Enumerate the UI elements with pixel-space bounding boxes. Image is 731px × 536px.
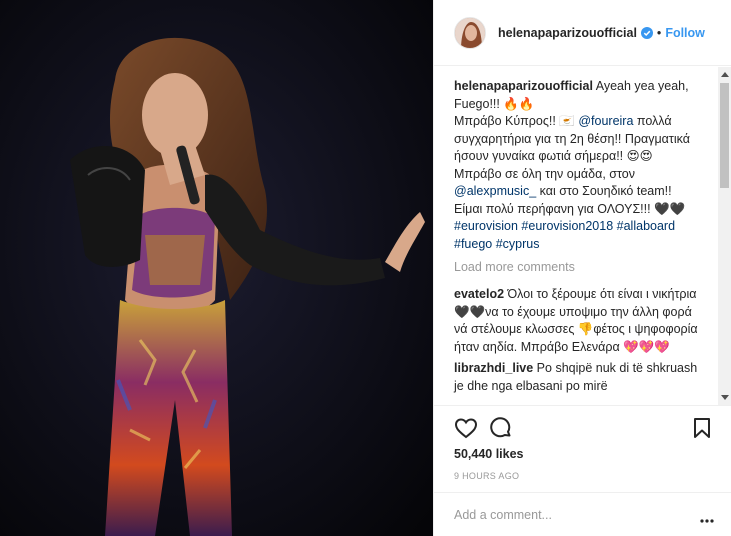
scroll-down-arrow-icon[interactable] [721,395,729,400]
follow-button[interactable]: Follow [665,26,705,40]
comments-scrollbar[interactable] [718,67,731,405]
post-side-panel: helenapaparizouofficial • Follow helenap… [433,0,731,536]
comment-item: librazhdi_live Po shqipë nuk di të shkru… [454,360,702,395]
performer-photo [0,0,433,536]
hashtag[interactable]: #eurovision2018 [521,219,613,233]
scrollbar-thumb[interactable] [720,83,729,188]
likes-count[interactable]: 50,440 likes [454,447,524,461]
verified-badge-icon [640,26,653,39]
mention-foureira[interactable]: @foureira [578,114,633,128]
scroll-up-arrow-icon[interactable] [721,72,729,77]
comment-username[interactable]: evatelo2 [454,287,504,301]
bookmark-icon[interactable] [690,416,714,440]
header-separator: • [656,25,662,40]
post-caption: helenapaparizouofficial Ayeah yea yeah, … [454,78,702,253]
caption-line-2a: Μπράβο Κύπρος!! 🇨🇾 [454,114,579,128]
comment-icon[interactable] [489,416,513,440]
mention-alexpmusic[interactable]: @alexpmusic_ [454,184,536,198]
post-header: helenapaparizouofficial • Follow [434,0,731,66]
post-actions-bar [434,405,731,449]
add-comment-input[interactable] [454,507,684,522]
post-timestamp[interactable]: 9 HOURS AGO [454,471,519,481]
add-comment-bar [434,492,731,536]
hashtag[interactable]: #fuego [454,237,492,251]
heart-icon[interactable] [454,416,478,440]
comment-item: evatelo2 Όλοι το ξέρουμε ότι είναι ι νικ… [454,286,702,356]
comment-username[interactable]: librazhdi_live [454,361,533,375]
instagram-post: helenapaparizouofficial • Follow helenap… [0,0,731,536]
hashtag[interactable]: #allaboard [617,219,675,233]
caption-line-3a: Μπράβο σε όλη την ομάδα, στον [454,166,635,181]
header-username[interactable]: helenapaparizouofficial [498,26,637,40]
caption-username[interactable]: helenapaparizouofficial [454,79,593,93]
hashtag[interactable]: #eurovision [454,219,518,233]
avatar[interactable] [454,16,486,49]
load-more-comments[interactable]: Load more comments [454,259,702,276]
hashtag[interactable]: #cyprus [496,237,540,251]
post-photo[interactable] [0,0,433,536]
more-options-icon[interactable] [700,512,714,523]
comments-list[interactable]: helenapaparizouofficial Ayeah yea yeah, … [434,67,731,405]
